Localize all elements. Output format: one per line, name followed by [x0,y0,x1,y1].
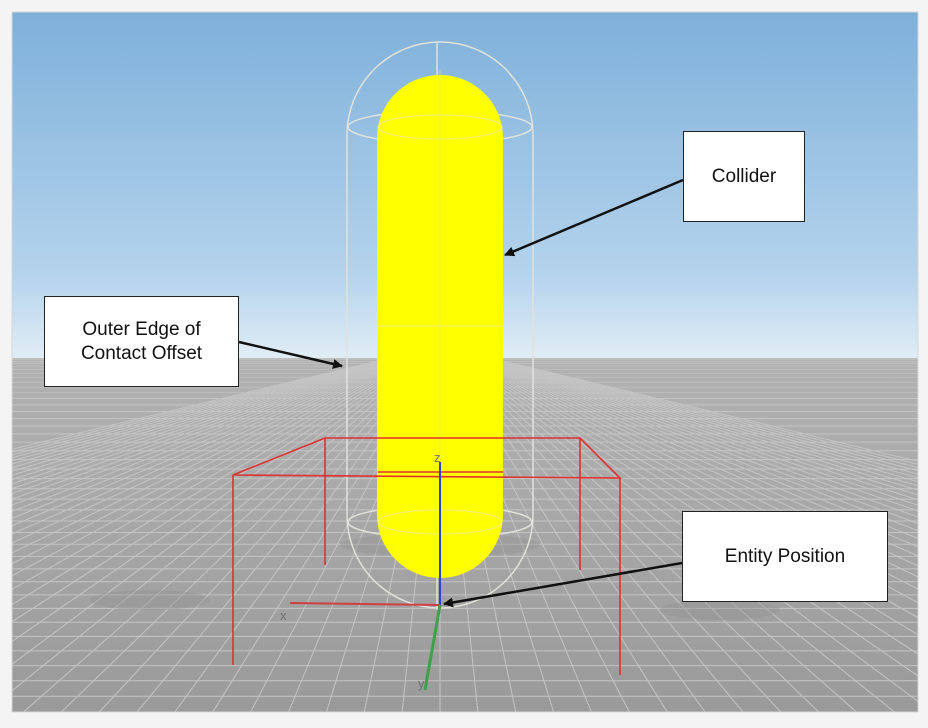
x-axis-label: x [280,608,287,623]
z-axis-label: z [434,450,441,465]
contact-offset-callout: Outer Edge of Contact Offset [44,296,239,387]
entity-position-callout: Entity Position [682,511,888,602]
collider-callout: Collider [683,131,805,222]
y-axis-label: y [418,676,425,691]
